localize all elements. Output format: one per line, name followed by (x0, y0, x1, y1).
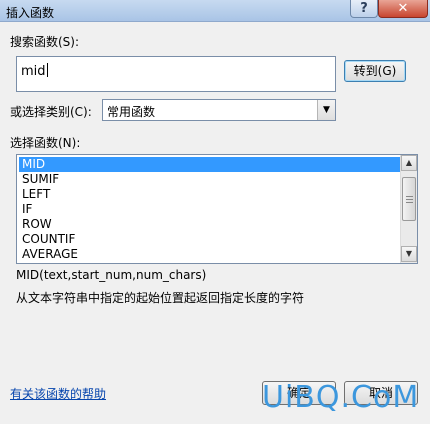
category-label: 或选择类别(C): (10, 105, 92, 119)
help-button[interactable]: ? (350, 0, 378, 18)
search-input[interactable]: mid (16, 56, 336, 92)
scroll-down-icon[interactable]: ▼ (401, 246, 417, 262)
list-item-row[interactable]: ROW (19, 217, 401, 232)
list-item-countif[interactable]: COUNTIF (19, 232, 401, 247)
search-input-value: mid (21, 64, 46, 79)
help-link[interactable]: 有关该函数的帮助 (10, 385, 106, 402)
function-list-label: 选择函数(N): (10, 136, 81, 150)
close-button[interactable]: ✕ (378, 0, 428, 18)
scroll-up-icon[interactable]: ▲ (401, 155, 417, 171)
text-caret (46, 63, 48, 77)
watermark: UiBQ.CoM (262, 380, 420, 415)
grip-line (406, 196, 413, 197)
search-label: 搜索函数(S): (10, 35, 80, 49)
list-item-left[interactable]: LEFT (19, 187, 401, 202)
grip-line (406, 199, 413, 200)
chevron-down-icon[interactable]: ▼ (317, 100, 335, 120)
function-syntax: MID(text,start_num,num_chars) (16, 268, 207, 282)
go-button[interactable]: 转到(G) (344, 60, 406, 82)
list-item-sumif[interactable]: SUMIF (19, 172, 401, 187)
title-bar: 插入函数 ? ✕ (0, 0, 430, 22)
category-selected-value: 常用函数 (107, 105, 156, 119)
list-item-average[interactable]: AVERAGE (19, 247, 401, 262)
list-item-mid[interactable]: MID (19, 157, 401, 172)
function-listbox[interactable]: MID SUMIF LEFT IF ROW COUNTIF AVERAGE ▲ … (16, 154, 418, 264)
category-select[interactable]: 常用函数 ▼ (102, 99, 336, 121)
list-item-if[interactable]: IF (19, 202, 401, 217)
window-title: 插入函数 (6, 6, 55, 20)
list-scrollbar[interactable]: ▲ ▼ (400, 155, 417, 263)
scroll-thumb[interactable] (402, 177, 416, 221)
grip-line (406, 202, 413, 203)
function-description: 从文本字符串中指定的起始位置起返回指定长度的字符 (16, 291, 305, 305)
